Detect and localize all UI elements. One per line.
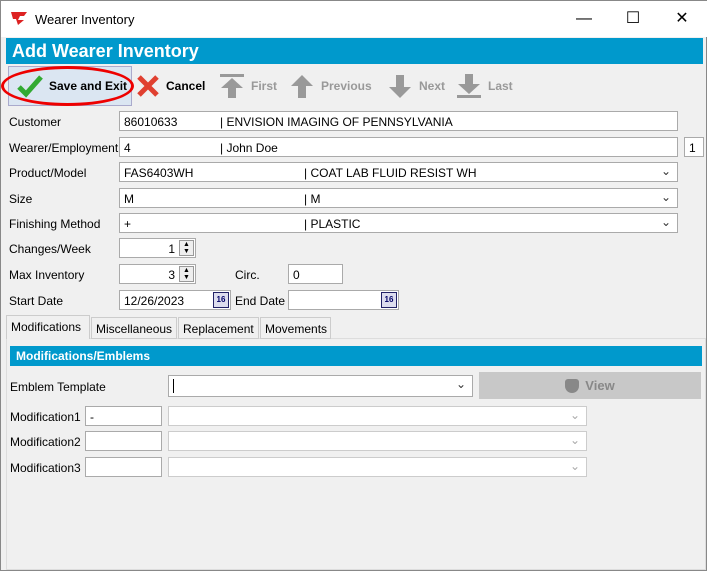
section-title: Modifications/Emblems xyxy=(10,346,702,366)
wearer-field[interactable]: 4 | John Doe xyxy=(119,137,678,157)
cancel-label: Cancel xyxy=(166,79,206,93)
chevron-down-icon: ⌄ xyxy=(660,190,671,204)
x-icon xyxy=(137,75,159,97)
finishing-code: + xyxy=(124,217,132,231)
wearer-label: Wearer/Employment xyxy=(9,141,119,155)
tab-modifications[interactable]: Modifications xyxy=(6,315,90,339)
last-label: Last xyxy=(488,79,513,93)
tab-movements[interactable]: Movements xyxy=(260,317,331,339)
title-bar: Wearer Inventory — ☐ ✕ xyxy=(1,1,707,37)
minimize-button[interactable]: — xyxy=(569,7,599,31)
maximize-button[interactable]: ☐ xyxy=(618,7,648,31)
finishing-label: Finishing Method xyxy=(9,217,101,231)
modification-dropdown[interactable]: ⌄ xyxy=(168,406,587,426)
calendar-icon[interactable]: 16 xyxy=(381,292,397,308)
size-code: M xyxy=(124,192,134,206)
cancel-button[interactable]: Cancel xyxy=(136,66,205,106)
view-label: View xyxy=(585,378,615,393)
start-date-label: Start Date xyxy=(9,294,64,308)
next-button[interactable]: Next xyxy=(387,66,445,106)
end-date-label: End Date xyxy=(235,294,286,308)
page-title: Add Wearer Inventory xyxy=(6,38,703,64)
changes-value: 1 xyxy=(168,242,175,256)
spinner-icon[interactable]: ▲ ▼ xyxy=(179,240,194,256)
last-button[interactable]: Last xyxy=(456,66,513,106)
start-date-value: 12/26/2023 xyxy=(124,294,185,308)
chevron-down-icon: ⌄ xyxy=(569,459,580,473)
emblem-template-label: Emblem Template xyxy=(10,380,106,394)
size-label: Size xyxy=(9,192,33,206)
product-name: | COAT LAB FLUID RESIST WH xyxy=(304,166,477,180)
chevron-down-icon: ⌄ xyxy=(660,215,671,229)
arrow-last-icon xyxy=(457,74,481,98)
app-logo-icon xyxy=(11,12,27,25)
previous-label: Previous xyxy=(321,79,372,93)
view-button[interactable]: View xyxy=(479,372,701,399)
window-title: Wearer Inventory xyxy=(35,12,135,27)
wearer-name: | John Doe xyxy=(220,141,278,155)
emblem-template-dropdown[interactable]: ⌄ xyxy=(168,375,473,397)
modification-code-field[interactable] xyxy=(85,431,162,451)
arrow-first-icon xyxy=(220,74,244,98)
modification-label: Modification1 xyxy=(10,410,81,424)
modification-dropdown[interactable]: ⌄ xyxy=(168,457,587,477)
chevron-down-icon: ⌄ xyxy=(569,433,580,447)
tab-replacement[interactable]: Replacement xyxy=(178,317,259,339)
arrow-up-icon xyxy=(291,75,313,98)
spinner-icon[interactable]: ▲ ▼ xyxy=(179,266,194,282)
wearer-code: 4 xyxy=(124,141,131,155)
first-button[interactable]: First xyxy=(219,66,277,106)
product-label: Product/Model xyxy=(9,166,87,180)
max-inventory-label: Max Inventory xyxy=(9,268,85,282)
customer-field[interactable]: 86010633 | ENVISION IMAGING OF PENNSYLVAN… xyxy=(119,111,678,131)
modification-label: Modification3 xyxy=(10,461,81,475)
start-date-field[interactable]: 12/26/2023 16 xyxy=(119,290,231,310)
finishing-name: | PLASTIC xyxy=(304,217,361,231)
size-name: | M xyxy=(304,192,321,206)
wearer-extra-field[interactable]: 1 xyxy=(684,137,704,157)
calendar-icon[interactable]: 16 xyxy=(213,292,229,308)
max-inventory-value: 3 xyxy=(168,268,175,282)
end-date-field[interactable]: 16 xyxy=(288,290,399,310)
circ-field[interactable]: 0 xyxy=(288,264,343,284)
arrow-down-icon xyxy=(389,75,411,98)
next-label: Next xyxy=(419,79,446,93)
customer-name: | ENVISION IMAGING OF PENNSYLVANIA xyxy=(220,115,453,129)
product-code: FAS6403WH xyxy=(124,166,194,180)
emblem-template-value xyxy=(173,379,175,393)
chevron-down-icon: ⌄ xyxy=(455,377,466,391)
customer-code: 86010633 xyxy=(124,115,178,129)
modification-code-field[interactable]: - xyxy=(85,406,162,426)
tab-miscellaneous[interactable]: Miscellaneous xyxy=(91,317,177,339)
max-inventory-stepper[interactable]: 3 ▲ ▼ xyxy=(119,264,196,284)
modification-label: Modification2 xyxy=(10,435,81,449)
chevron-down-icon: ⌄ xyxy=(660,164,671,178)
modification-code-field[interactable] xyxy=(85,457,162,477)
customer-label: Customer xyxy=(9,115,62,129)
highlight-oval xyxy=(1,66,134,106)
modification-dropdown[interactable]: ⌄ xyxy=(168,431,587,451)
chevron-down-icon: ⌄ xyxy=(569,408,580,422)
product-dropdown[interactable]: FAS6403WH | COAT LAB FLUID RESIST WH ⌄ xyxy=(119,162,678,182)
first-label: First xyxy=(251,79,278,93)
shield-icon xyxy=(565,378,580,393)
size-dropdown[interactable]: M | M ⌄ xyxy=(119,188,678,208)
circ-label: Circ. xyxy=(235,268,260,282)
changes-stepper[interactable]: 1 ▲ ▼ xyxy=(119,238,196,258)
previous-button[interactable]: Previous xyxy=(289,66,372,106)
changes-label: Changes/Week xyxy=(9,242,91,256)
close-button[interactable]: ✕ xyxy=(667,7,697,31)
finishing-dropdown[interactable]: + | PLASTIC ⌄ xyxy=(119,213,678,233)
